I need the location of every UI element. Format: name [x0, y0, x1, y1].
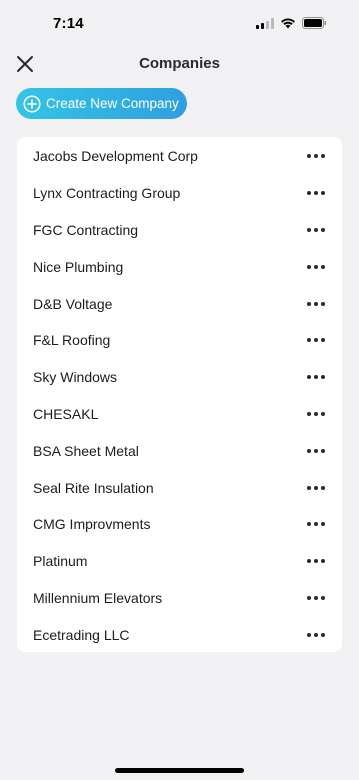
navigation-bar: Companies [0, 48, 359, 80]
list-item[interactable]: Lynx Contracting Group [17, 175, 342, 212]
company-name: Seal Rite Insulation [33, 479, 154, 496]
battery-icon [302, 17, 327, 29]
more-horizontal-icon[interactable] [307, 521, 325, 527]
list-item[interactable]: Ecetrading LLC [17, 616, 342, 653]
company-name: D&B Voltage [33, 295, 113, 312]
plus-circle-icon [23, 94, 41, 113]
more-horizontal-icon[interactable] [307, 558, 325, 564]
more-horizontal-icon[interactable] [307, 374, 325, 380]
list-item[interactable]: CMG Improvments [17, 506, 342, 543]
more-horizontal-icon[interactable] [307, 190, 325, 196]
page-title: Companies [139, 55, 220, 72]
company-name: Ecetrading LLC [33, 626, 130, 643]
list-item[interactable]: Nice Plumbing [17, 248, 342, 285]
more-horizontal-icon[interactable] [307, 301, 325, 307]
company-name: F&L Roofing [33, 332, 111, 349]
list-item[interactable]: Sky Windows [17, 359, 342, 396]
company-name: Jacobs Development Corp [33, 148, 198, 165]
more-horizontal-icon[interactable] [307, 153, 325, 159]
create-new-company-button[interactable]: Create New Company [16, 88, 187, 119]
company-name: BSA Sheet Metal [33, 442, 139, 459]
more-horizontal-icon[interactable] [307, 485, 325, 491]
company-name: Platinum [33, 553, 88, 570]
list-item[interactable]: Seal Rite Insulation [17, 469, 342, 506]
company-list: Jacobs Development Corp Lynx Contracting… [17, 137, 342, 652]
company-name: CMG Improvments [33, 516, 151, 533]
list-item[interactable]: D&B Voltage [17, 285, 342, 322]
wifi-icon [281, 18, 295, 29]
company-name: FGC Contracting [33, 221, 139, 238]
more-horizontal-icon[interactable] [307, 632, 325, 638]
status-time: 7:14 [53, 15, 84, 32]
list-item[interactable]: Jacobs Development Corp [17, 138, 342, 175]
company-name: Lynx Contracting Group [33, 185, 181, 202]
more-horizontal-icon[interactable] [307, 448, 325, 454]
company-name: CHESAKL [33, 405, 99, 422]
more-horizontal-icon[interactable] [307, 411, 325, 417]
cellular-signal-icon [256, 17, 274, 29]
status-icons [256, 17, 327, 29]
list-item[interactable]: FGC Contracting [17, 212, 342, 249]
more-horizontal-icon[interactable] [307, 337, 325, 343]
company-name: Nice Plumbing [33, 258, 124, 275]
status-bar: 7:14 [0, 0, 359, 48]
more-horizontal-icon[interactable] [307, 595, 325, 601]
company-name: Millennium Elevators [33, 589, 163, 606]
more-horizontal-icon[interactable] [307, 227, 325, 233]
list-item[interactable]: BSA Sheet Metal [17, 432, 342, 469]
home-indicator [115, 768, 244, 773]
list-item[interactable]: F&L Roofing [17, 322, 342, 359]
list-item[interactable]: Platinum [17, 543, 342, 580]
company-name: Sky Windows [33, 369, 118, 386]
more-horizontal-icon[interactable] [307, 264, 325, 270]
list-item[interactable]: Millennium Elevators [17, 580, 342, 617]
create-new-company-label: Create New Company [46, 96, 179, 111]
list-item[interactable]: CHESAKL [17, 396, 342, 433]
